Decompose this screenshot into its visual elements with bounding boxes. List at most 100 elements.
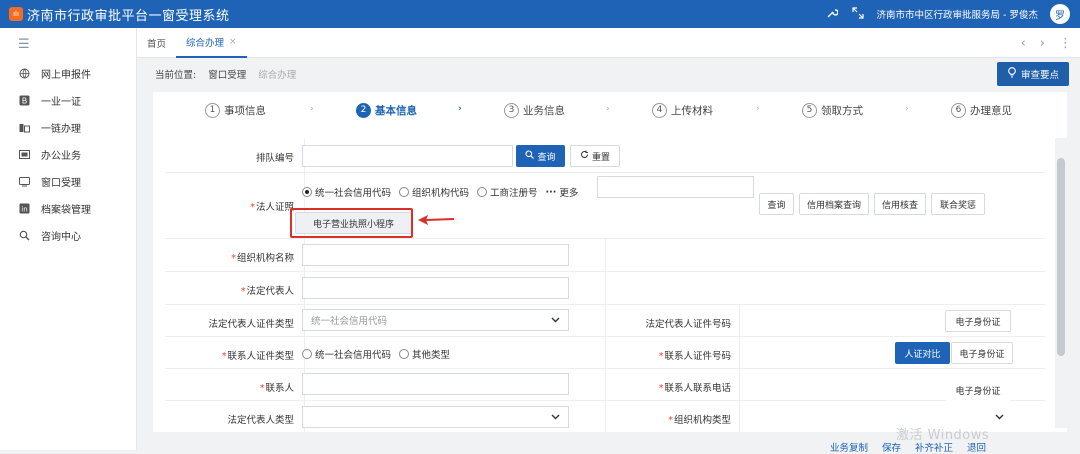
- chain-icon: [18, 122, 31, 133]
- form-row-legal-rep-id: 法定代表人证件类型 统一社会信用代码 法定代表人证件号码 电子身份证: [165, 305, 1045, 337]
- query-button[interactable]: 查询: [516, 145, 565, 167]
- legal-rep-type-select[interactable]: [302, 406, 569, 428]
- supplement-link[interactable]: 补齐补正: [915, 440, 953, 454]
- radio-contact-other[interactable]: 其他类型: [399, 347, 450, 361]
- badge-b-icon: B: [18, 95, 31, 106]
- sidebar-item-label: 一链办理: [41, 124, 81, 135]
- step-5[interactable]: 5 领取方式: [802, 92, 863, 128]
- sidebar-item-online[interactable]: 网上申报件: [0, 60, 136, 87]
- breadcrumb-prefix: 当前位置:: [155, 70, 197, 81]
- credit-archive-button[interactable]: 信用档案查询: [799, 193, 869, 215]
- legal-rep-type-label: 法定代表人类型: [227, 415, 294, 426]
- legal-rep-label-text: 法定代表人: [246, 286, 294, 297]
- step-label: 事项信息: [224, 104, 266, 117]
- app-logo-icon: ılı: [9, 7, 23, 21]
- sidebar-item-label: 窗口受理: [41, 178, 81, 189]
- face-compare-button[interactable]: 人证对比: [895, 342, 950, 364]
- legal-rep-label: *法定代表人: [240, 286, 294, 297]
- breadcrumb-item-current: 综合办理: [258, 70, 297, 81]
- top-right-tools: 济南市市中区行政审批服务局 - 罗俊杰 罗: [825, 0, 1070, 28]
- form-row-queue: 排队编号 查询 重置: [165, 139, 1045, 173]
- save-link[interactable]: 保存: [882, 440, 901, 454]
- contact-phone-input[interactable]: [741, 373, 945, 395]
- legal-rep-input[interactable]: [302, 277, 569, 299]
- more-icon: ···: [545, 186, 557, 198]
- cert-query-button[interactable]: 查询: [759, 193, 794, 215]
- step-3[interactable]: 3 业务信息: [504, 92, 565, 128]
- credit-check-button[interactable]: 信用核查: [874, 193, 926, 215]
- radio-dot: [399, 187, 410, 197]
- wrench-icon[interactable]: [825, 7, 839, 22]
- legal-cert-input[interactable]: [597, 176, 754, 198]
- step-6[interactable]: 6 办理意见: [951, 92, 1012, 128]
- sidebar-item-label: 一业一证: [41, 97, 81, 108]
- sidebar-item-label: 咨询中心: [41, 232, 81, 243]
- more-cert-types[interactable]: ··· 更多: [545, 185, 579, 200]
- sidebar-item-office[interactable]: 办公业务: [0, 141, 136, 168]
- step-label: 基本信息: [375, 104, 417, 117]
- radio-label: 其他类型: [412, 350, 451, 361]
- radio-dot: [302, 349, 312, 359]
- radio-contact-credit-code[interactable]: 统一社会信用代码: [302, 347, 391, 361]
- menu-icon[interactable]: ☰: [0, 28, 136, 60]
- contact-id-type-label: *联系人证件类型: [221, 351, 294, 362]
- chevron-left-icon[interactable]: ‹: [1021, 36, 1026, 51]
- sidebar-item-one-cert[interactable]: B 一业一证: [0, 87, 136, 114]
- fullscreen-icon[interactable]: [851, 6, 865, 22]
- form-scrollbar[interactable]: [1055, 138, 1067, 428]
- highlight-box: [290, 208, 413, 238]
- globe-icon: [18, 68, 31, 79]
- radio-credit-code[interactable]: 统一社会信用代码: [302, 185, 391, 199]
- contact-input[interactable]: [302, 373, 569, 395]
- more-vertical-icon[interactable]: ⋮: [1059, 36, 1072, 51]
- return-link[interactable]: 退回: [967, 440, 986, 454]
- sidebar-item-chain[interactable]: 一链办理: [0, 114, 136, 141]
- step-label: 上传材料: [671, 104, 713, 117]
- queue-number-input[interactable]: [302, 145, 513, 167]
- tab-label: 综合办理: [186, 37, 225, 49]
- chevron-down-icon: [995, 412, 1004, 423]
- sidebar-item-window[interactable]: 窗口受理: [0, 168, 136, 195]
- legal-rep-id-no-input[interactable]: [741, 309, 945, 331]
- step-number: 6: [951, 102, 966, 118]
- review-points-button[interactable]: 审查要点: [996, 62, 1069, 86]
- radio-org-code[interactable]: 组织机构代码: [399, 185, 469, 199]
- step-2[interactable]: 2 基本信息: [356, 92, 417, 128]
- breadcrumb: 当前位置: 窗口受理 综合办理 审查要点: [137, 58, 1080, 90]
- chevron-down-icon: [551, 315, 560, 326]
- contact-label: *联系人: [259, 383, 294, 394]
- user-info[interactable]: 济南市市中区行政审批服务局 - 罗俊杰: [877, 7, 1038, 21]
- joint-reward-button[interactable]: 联合奖惩: [931, 193, 985, 215]
- step-4[interactable]: 4 上传材料: [652, 92, 713, 128]
- copy-business-link[interactable]: 业务复制: [830, 440, 868, 454]
- radio-label: 组织机构代码: [412, 188, 470, 199]
- sidebar-item-consult[interactable]: 咨询中心: [0, 222, 136, 249]
- close-icon[interactable]: ×: [229, 37, 237, 47]
- window-icon: [18, 176, 31, 187]
- sidebar-item-label: 办公业务: [41, 151, 81, 162]
- contact-eid-button[interactable]: 电子身份证: [951, 342, 1013, 364]
- sidebar: ☰ 网上申报件 B 一业一证 一链办理 办公业务 窗口受理 in 档案袋管理 咨…: [0, 28, 137, 450]
- radio-biz-reg[interactable]: 工商注册号: [477, 185, 538, 199]
- eid-button[interactable]: 电子身份证: [945, 310, 1011, 332]
- breadcrumb-item[interactable]: 窗口受理: [208, 67, 246, 81]
- sidebar-item-archive[interactable]: in 档案袋管理: [0, 195, 136, 222]
- step-label: 业务信息: [523, 104, 565, 117]
- chevron-right-icon: ›: [905, 104, 909, 114]
- contact-id-no-input[interactable]: [741, 342, 894, 364]
- legal-rep-id-type-select[interactable]: 统一社会信用代码: [302, 309, 569, 331]
- tab-comprehensive[interactable]: 综合办理 ×: [176, 28, 247, 58]
- radio-label: 工商注册号: [490, 188, 538, 199]
- form-row-legal-cert: *法人证照 统一社会信用代码 组织机构代码 工商注册号 ··· 更多 查询 信用档…: [165, 173, 1045, 239]
- select-value: 统一社会信用代码: [311, 316, 388, 327]
- step-1[interactable]: 1 事项信息: [205, 92, 266, 128]
- reset-button-label: 重置: [591, 152, 610, 163]
- org-name-input[interactable]: [302, 244, 569, 266]
- reset-button[interactable]: 重置: [570, 145, 620, 167]
- contact-id-radios: 统一社会信用代码 其他类型: [302, 347, 450, 361]
- chevron-right-icon[interactable]: ›: [1040, 36, 1045, 51]
- tab-home[interactable]: 首页: [137, 28, 176, 58]
- scrollbar-thumb[interactable]: [1057, 158, 1065, 356]
- avatar[interactable]: 罗: [1050, 4, 1070, 24]
- contact-phone-eid-button[interactable]: 电子身份证: [945, 379, 1011, 401]
